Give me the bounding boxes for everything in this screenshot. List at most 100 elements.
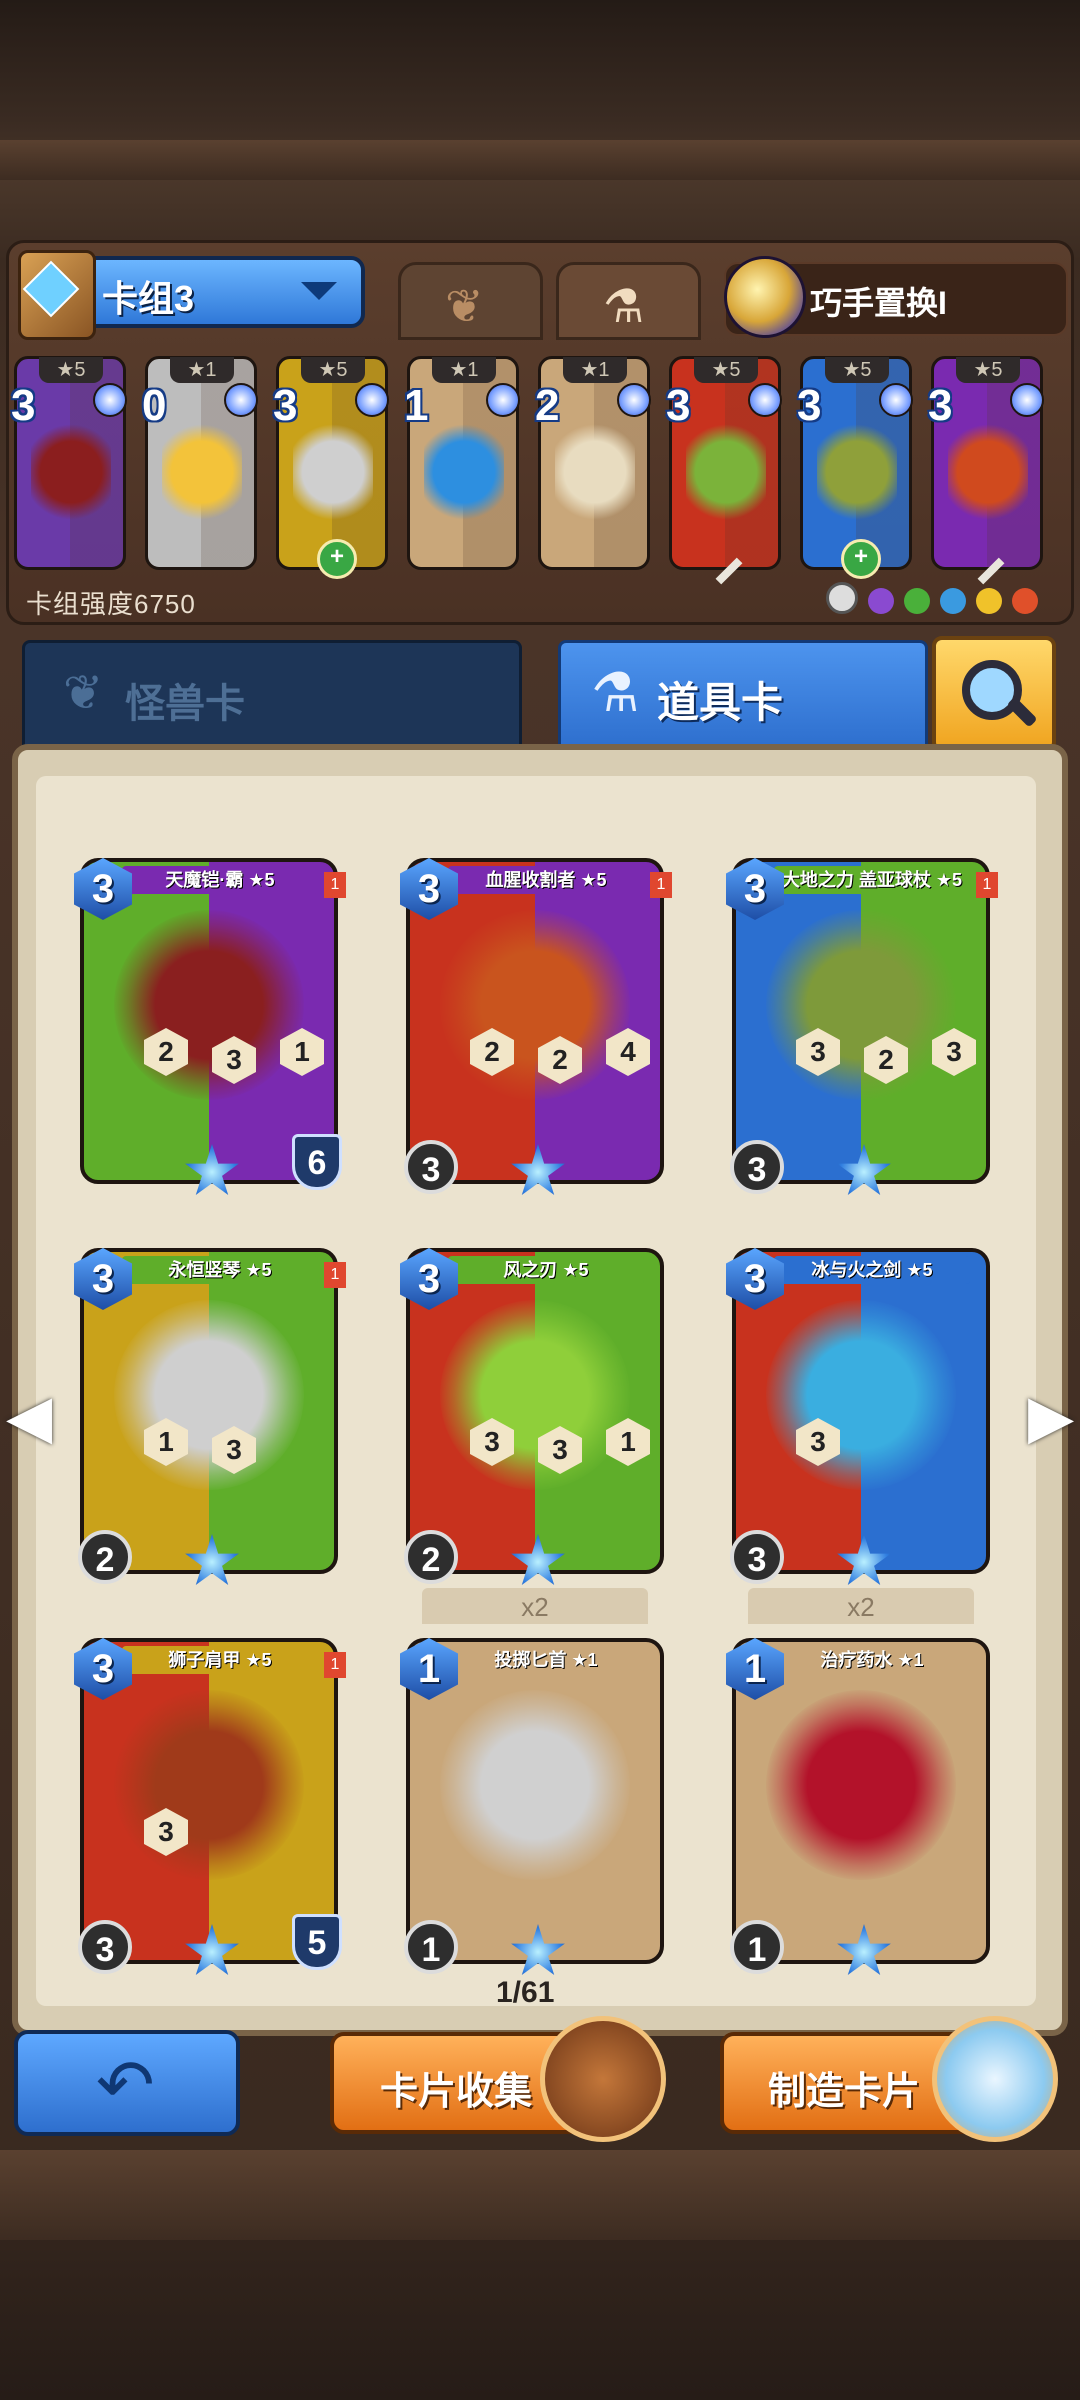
item-card[interactable]: 治疗药水 ★1 1 1 bbox=[726, 1638, 990, 1975]
item-card[interactable]: 大地之力 盖亚球杖 ★5 3 3 2 3 3 1 bbox=[726, 858, 998, 1195]
card-art bbox=[440, 1300, 630, 1490]
chevron-down-icon bbox=[301, 282, 337, 300]
heal-icon: + bbox=[841, 539, 881, 579]
item-card[interactable]: 天魔铠·霸 ★5 3 2 3 1 6 1 bbox=[74, 858, 346, 1195]
deck-selector[interactable]: 卡组3 bbox=[18, 250, 365, 340]
next-page-arrow[interactable]: ▶ bbox=[1028, 1382, 1074, 1452]
deck-book-icon bbox=[18, 250, 96, 340]
card-level: 3 bbox=[730, 1140, 784, 1194]
card-title: 大地之力 盖亚球杖 ★5 bbox=[774, 866, 970, 894]
card-title: 狮子肩甲 ★5 bbox=[122, 1646, 318, 1674]
star-rank: ★1 bbox=[432, 357, 496, 383]
dark-element-icon bbox=[868, 588, 894, 614]
deck-card-slot[interactable]: ★5 3 + bbox=[273, 356, 389, 579]
rarity-gem-icon bbox=[617, 383, 651, 417]
rarity-gem-icon bbox=[93, 383, 127, 417]
potion-icon: ⚗ bbox=[591, 663, 640, 723]
craft-card-label: 制造卡片 bbox=[768, 2071, 921, 2113]
card-title: 风之刃 ★5 bbox=[448, 1256, 644, 1284]
tab-monster-label: 怪兽卡 bbox=[125, 682, 245, 726]
item-card[interactable]: 永恒竖琴 ★5 3 1 3 2 1 bbox=[74, 1248, 346, 1585]
potion-icon: ⚗ bbox=[603, 280, 645, 332]
star-rank: ★5 bbox=[956, 357, 1020, 383]
card-art bbox=[948, 417, 1028, 527]
tab-item-label: 道具卡 bbox=[657, 679, 784, 726]
item-card[interactable]: 冰与火之剑 ★5 3 3 3 bbox=[726, 1248, 990, 1585]
wind-element-icon bbox=[976, 588, 1002, 614]
prev-page-arrow[interactable]: ◀ bbox=[6, 1382, 52, 1452]
card-art bbox=[440, 910, 630, 1100]
card-title: 永恒竖琴 ★5 bbox=[122, 1256, 318, 1284]
card-art bbox=[766, 1300, 956, 1490]
top-wood-bar bbox=[0, 140, 1080, 180]
page-count: 1/61 bbox=[496, 1976, 555, 2009]
card-art bbox=[817, 417, 897, 527]
tab-item-deck[interactable]: ⚗ bbox=[556, 262, 701, 340]
ribbon-count: 1 bbox=[324, 1262, 346, 1288]
skill-selector[interactable]: 巧手置换I bbox=[724, 256, 1068, 338]
card-art bbox=[162, 417, 242, 527]
card-art bbox=[555, 417, 635, 527]
fire-element-icon bbox=[1012, 588, 1038, 614]
card-title: 冰与火之剑 ★5 bbox=[774, 1256, 970, 1284]
ribbon-count: 1 bbox=[650, 872, 672, 898]
star-rank: ★5 bbox=[301, 357, 365, 383]
deck-card-slot[interactable]: ★5 3 bbox=[666, 356, 782, 585]
deck-strength: 卡组强度6750 bbox=[26, 589, 196, 619]
deck-card-slot[interactable]: ★1 2 bbox=[535, 356, 651, 570]
card-art bbox=[440, 1690, 630, 1880]
ribbon-count: 1 bbox=[976, 872, 998, 898]
deck-card-slot[interactable]: ★5 3 bbox=[11, 356, 127, 570]
deck-card-slot[interactable]: ★1 0 bbox=[142, 356, 258, 570]
rarity-gem-icon bbox=[355, 383, 389, 417]
card-art bbox=[31, 417, 111, 527]
water-element-icon bbox=[940, 588, 966, 614]
card-level: 3 bbox=[78, 1920, 132, 1974]
card-collection-label: 卡片收集 bbox=[380, 2071, 533, 2113]
card-art bbox=[114, 910, 304, 1100]
back-button[interactable]: ↶ bbox=[14, 2030, 240, 2136]
back-arrow-icon: ↶ bbox=[96, 2046, 155, 2124]
element-icons bbox=[826, 582, 1066, 614]
card-title: 投掷匕首 ★1 bbox=[448, 1646, 644, 1674]
ribbon-count: 1 bbox=[324, 872, 346, 898]
item-card[interactable]: 狮子肩甲 ★5 3 3 3 5 1 bbox=[74, 1638, 346, 1975]
item-card[interactable]: 血腥收割者 ★5 3 2 2 4 3 1 bbox=[400, 858, 672, 1195]
deck-name: 卡组3 bbox=[102, 278, 195, 319]
item-card[interactable]: 风之刃 ★5 3 3 3 1 2 bbox=[400, 1248, 664, 1585]
shield-value: 6 bbox=[292, 1134, 342, 1190]
card-level: 1 bbox=[404, 1920, 458, 1974]
rarity-gem-icon bbox=[879, 383, 913, 417]
card-level: 2 bbox=[78, 1530, 132, 1584]
paw-icon: ❦ bbox=[63, 667, 104, 720]
nature-element-icon bbox=[904, 588, 930, 614]
tab-monster-deck[interactable]: ❦ bbox=[398, 262, 543, 340]
item-card[interactable]: 投掷匕首 ★1 1 1 bbox=[400, 1638, 664, 1975]
ribbon-count: 1 bbox=[324, 1652, 346, 1678]
rarity-gem-icon bbox=[1010, 383, 1044, 417]
tab-monster-cards[interactable]: ❦ 怪兽卡 bbox=[22, 640, 522, 750]
shield-value: 5 bbox=[292, 1914, 342, 1970]
card-art bbox=[686, 417, 766, 527]
star-rank: ★1 bbox=[170, 357, 234, 383]
card-title: 天魔铠·霸 ★5 bbox=[122, 866, 318, 894]
star-rank: ★1 bbox=[563, 357, 627, 383]
deck-card-slot[interactable]: ★1 1 bbox=[404, 356, 520, 570]
card-art bbox=[114, 1690, 304, 1880]
card-level: 2 bbox=[404, 1530, 458, 1584]
card-art bbox=[424, 417, 504, 527]
card-art bbox=[766, 1690, 956, 1880]
star-rank: ★5 bbox=[694, 357, 758, 383]
skill-name: 巧手置换I bbox=[810, 285, 947, 321]
duplicate-count: x2 bbox=[748, 1588, 974, 1624]
rarity-gem-icon bbox=[748, 383, 782, 417]
bottom-wood-bar bbox=[0, 2150, 1080, 2240]
card-level: 3 bbox=[404, 1140, 458, 1194]
tab-item-cards[interactable]: ⚗ 道具卡 bbox=[558, 640, 928, 750]
search-button[interactable] bbox=[932, 636, 1056, 752]
deck-card-slot[interactable]: ★5 3 bbox=[928, 356, 1044, 585]
deck-card-slot[interactable]: ★5 3 + bbox=[797, 356, 913, 579]
star-rank: ★5 bbox=[39, 357, 103, 383]
paw-icon: ❦ bbox=[445, 280, 484, 332]
card-level: 3 bbox=[730, 1530, 784, 1584]
